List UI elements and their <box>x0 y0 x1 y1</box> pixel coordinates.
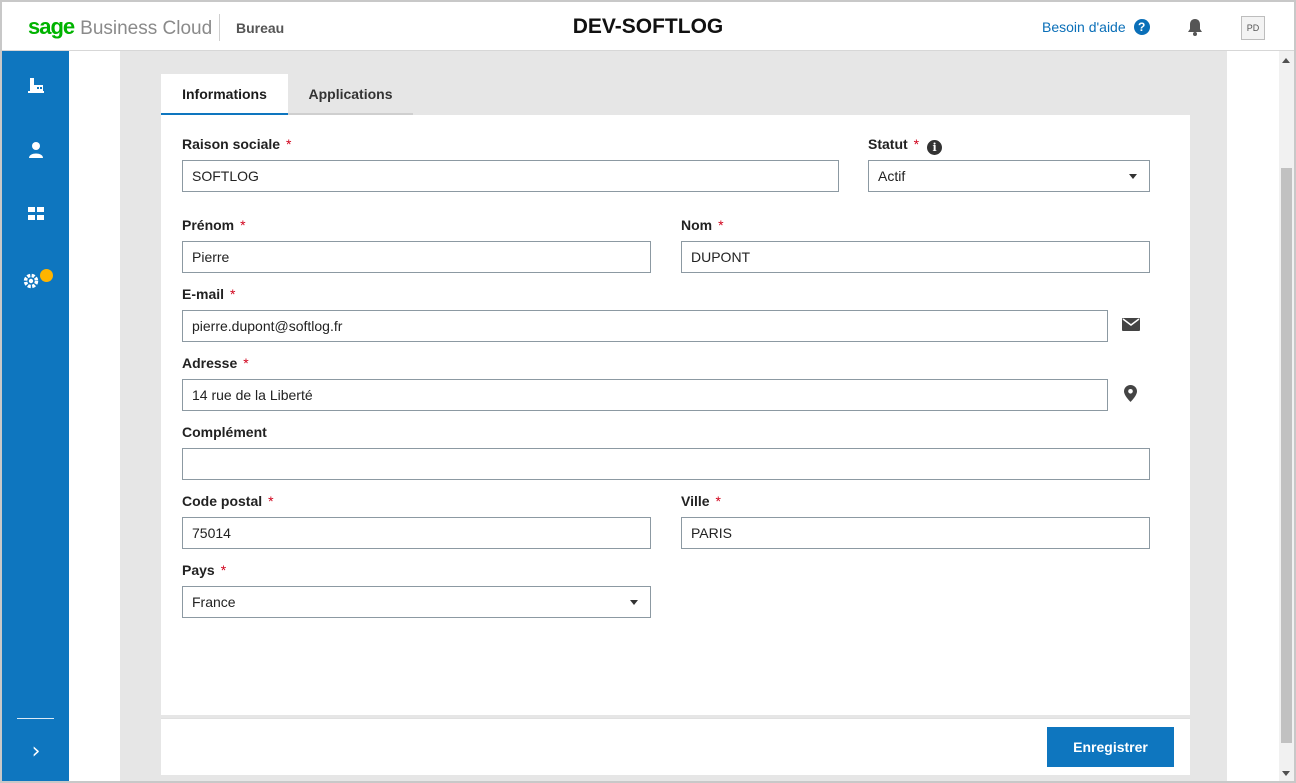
settings-icon <box>23 273 39 289</box>
prenom-label: Prénom * <box>182 217 246 233</box>
form-panel <box>161 115 1190 715</box>
required-marker: * <box>240 217 246 233</box>
sidebar-item-settings[interactable] <box>16 263 56 299</box>
adresse-input[interactable]: 14 rue de la Liberté <box>182 379 1108 411</box>
save-button[interactable]: Enregistrer <box>1047 727 1174 767</box>
sidebar-item-company[interactable] <box>16 67 56 103</box>
complement-input[interactable] <box>182 448 1150 480</box>
scroll-thumb[interactable] <box>1281 168 1292 743</box>
form-footer <box>161 718 1190 775</box>
code-postal-input[interactable]: 75014 <box>182 517 651 549</box>
required-marker: * <box>286 136 292 152</box>
required-marker: * <box>913 136 920 152</box>
scroll-down-icon[interactable] <box>1282 771 1290 776</box>
tab-label: Applications <box>308 85 393 102</box>
complement-label: Complément <box>182 424 267 440</box>
email-input[interactable]: pierre.dupont@softlog.fr <box>182 310 1108 342</box>
chevron-down-icon <box>630 600 638 605</box>
help-label: Besoin d'aide <box>1042 19 1126 35</box>
required-marker: * <box>715 493 721 509</box>
nom-input[interactable]: DUPONT <box>681 241 1150 273</box>
label-text: E-mail <box>182 286 225 302</box>
sidebar-divider <box>17 718 54 719</box>
scroll-up-icon[interactable] <box>1282 58 1290 63</box>
context-label: Bureau <box>236 20 285 36</box>
email-label: E-mail * <box>182 286 235 302</box>
apps-grid-icon <box>28 207 44 220</box>
label-text: Prénom <box>182 217 235 233</box>
label-text: Adresse <box>182 355 238 371</box>
ville-input[interactable]: PARIS <box>681 517 1150 549</box>
tab-applications[interactable]: Applications <box>288 74 413 115</box>
sage-logo[interactable]: sage Business Cloud <box>28 14 212 40</box>
raison-sociale-label: Raison sociale * <box>182 136 292 152</box>
required-marker: * <box>718 217 724 233</box>
pays-select[interactable]: France <box>182 586 651 618</box>
app-window: sage Business Cloud Bureau DEV-SOFTLOG B… <box>0 0 1296 783</box>
sidebar-expand-button[interactable]: › <box>16 733 56 769</box>
sidebar-item-user[interactable] <box>16 132 56 168</box>
label-text: Code postal <box>182 493 263 509</box>
pays-label: Pays * <box>182 562 226 578</box>
prenom-input[interactable]: Pierre <box>182 241 651 273</box>
statut-select[interactable]: Actif <box>868 160 1150 192</box>
label-text: Statut <box>868 136 908 152</box>
notification-dot <box>40 269 53 282</box>
location-pin-icon[interactable] <box>1124 385 1137 402</box>
bell-icon[interactable] <box>1185 17 1205 37</box>
required-marker: * <box>243 355 249 371</box>
pays-value: France <box>192 594 236 610</box>
user-icon <box>29 142 43 158</box>
top-header: sage Business Cloud Bureau DEV-SOFTLOG B… <box>2 2 1294 51</box>
logo-product: Business Cloud <box>80 18 213 39</box>
adresse-label: Adresse * <box>182 355 249 371</box>
company-icon <box>28 78 44 93</box>
raison-sociale-input[interactable]: SOFTLOG <box>182 160 839 192</box>
tab-bar: Informations Applications <box>161 74 1190 115</box>
code-postal-label: Code postal * <box>182 493 274 509</box>
required-marker: * <box>220 562 227 578</box>
info-icon[interactable]: i <box>927 140 943 155</box>
required-marker: * <box>230 286 236 302</box>
chevron-right-icon: › <box>31 738 41 764</box>
ville-label: Ville * <box>681 493 721 509</box>
required-marker: * <box>268 493 274 509</box>
label-text: Ville <box>681 493 710 509</box>
chevron-down-icon <box>1129 174 1137 179</box>
nom-label: Nom * <box>681 217 724 233</box>
tab-label: Informations <box>182 85 267 102</box>
help-link[interactable]: Besoin d'aide ? <box>1042 19 1150 35</box>
statut-label: Statut * i <box>868 136 943 155</box>
scrollbar[interactable] <box>1279 51 1294 781</box>
help-icon: ? <box>1133 19 1150 35</box>
envelope-icon[interactable] <box>1122 318 1140 331</box>
tab-informations[interactable]: Informations <box>161 74 288 115</box>
sidebar-item-apps[interactable] <box>16 196 56 232</box>
header-divider <box>219 14 220 41</box>
avatar[interactable]: PD <box>1241 16 1265 40</box>
label-text: Pays <box>182 562 215 578</box>
label-text: Nom <box>681 217 713 233</box>
statut-value: Actif <box>878 168 906 184</box>
logo-brand: sage <box>28 14 75 39</box>
label-text: Raison sociale <box>182 136 281 152</box>
sidebar: › <box>2 51 69 781</box>
